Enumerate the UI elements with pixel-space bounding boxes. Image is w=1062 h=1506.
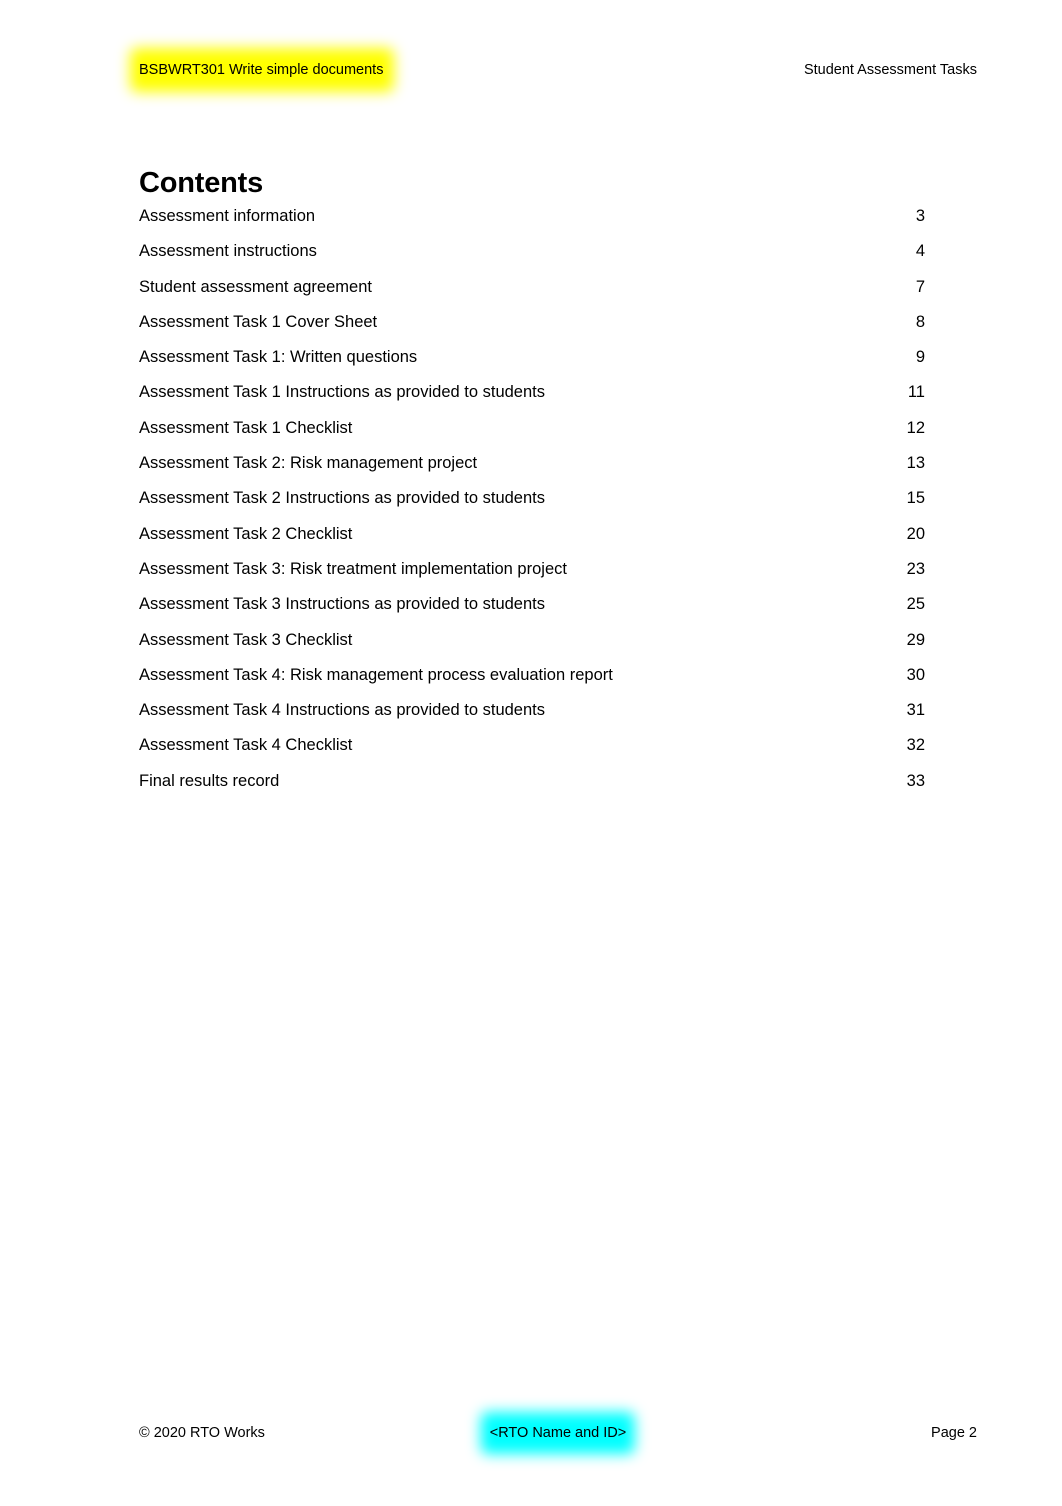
document-type-label: Student Assessment Tasks: [803, 62, 977, 78]
toc-entry[interactable]: Student assessment agreement 7: [139, 275, 925, 310]
toc-entry[interactable]: Assessment Task 4 Checklist 32: [139, 733, 925, 768]
toc-entry-page-number: 13: [906, 454, 925, 473]
toc-entry-title: Assessment Task 3: Risk treatment implem…: [139, 559, 567, 578]
toc-entry-page-number: 33: [906, 771, 925, 790]
toc-entry-page-number: 4: [915, 242, 925, 261]
toc-entry-page-number: 31: [906, 701, 925, 720]
toc-entry[interactable]: Final results record 33: [139, 769, 925, 804]
page-title: Contents: [139, 167, 264, 200]
toc-entry-title: Assessment Task 1: Written questions: [139, 348, 418, 367]
toc-entry-page-number: 23: [906, 559, 925, 578]
toc-entry-title: Final results record: [139, 771, 280, 790]
toc-entry-page-number: 29: [906, 630, 925, 649]
toc-entry-title: Assessment Task 1 Instructions as provid…: [139, 383, 545, 402]
toc-entry[interactable]: Assessment information 3: [139, 204, 925, 239]
toc-entry-page-number: 12: [906, 418, 925, 437]
page-number-label: Page 2: [931, 1425, 977, 1441]
toc-entry-page-number: 20: [906, 524, 925, 543]
toc-entry[interactable]: Assessment Task 3: Risk treatment implem…: [139, 557, 925, 592]
toc-entry[interactable]: Assessment Task 4: Risk management proce…: [139, 663, 925, 698]
toc-entry-page-number: 11: [907, 383, 925, 402]
copyright-label: © 2020 RTO Works: [139, 1425, 265, 1441]
toc-entry[interactable]: Assessment Task 1 Instructions as provid…: [139, 380, 925, 415]
toc-entry-title: Assessment Task 3 Instructions as provid…: [139, 595, 545, 614]
toc-entry-page-number: 25: [906, 595, 925, 614]
toc-entry[interactable]: Assessment Task 2: Risk management proje…: [139, 451, 925, 486]
toc-entry-page-number: 7: [915, 277, 925, 296]
toc-entry-page-number: 30: [906, 665, 925, 684]
toc-entry[interactable]: Assessment Task 1: Written questions 9: [139, 345, 925, 380]
toc-entry[interactable]: Assessment Task 2 Instructions as provid…: [139, 486, 925, 521]
toc-entry[interactable]: Assessment Task 3 Instructions as provid…: [139, 592, 925, 627]
toc-entry-title: Assessment Task 2: Risk management proje…: [139, 454, 478, 473]
toc-entry-page-number: 15: [906, 489, 925, 508]
toc-entry-title: Assessment Task 1 Cover Sheet: [139, 312, 378, 331]
toc-entry-title: Assessment Task 1 Checklist: [139, 418, 353, 437]
toc-entry-title: Student assessment agreement: [139, 277, 372, 296]
toc-entry-page-number: 8: [915, 312, 925, 331]
toc-entry[interactable]: Assessment Task 2 Checklist 20: [139, 522, 925, 557]
toc-entry[interactable]: Assessment instructions 4: [139, 239, 925, 274]
toc-entry[interactable]: Assessment Task 3 Checklist 29: [139, 628, 925, 663]
rto-name-placeholder-label: <RTO Name and ID>: [489, 1425, 627, 1441]
toc-entry[interactable]: Assessment Task 4 Instructions as provid…: [139, 698, 925, 733]
rto-name-placeholder-highlighted: <RTO Name and ID>: [490, 1422, 626, 1444]
unit-code-label: BSBWRT301 Write simple documents: [139, 62, 384, 78]
toc-entry-page-number: 3: [915, 207, 925, 225]
toc-entry-page-number: 9: [915, 348, 925, 367]
toc-entry-title: Assessment Task 4 Checklist: [139, 736, 353, 755]
document-header: BSBWRT301 Write simple documents Student…: [139, 58, 977, 82]
toc-entry-title: Assessment Task 3 Checklist: [139, 630, 353, 649]
toc-entry-title: Assessment information: [139, 207, 316, 225]
toc-entry[interactable]: Assessment Task 1 Checklist 12: [139, 416, 925, 451]
toc-entry-title: Assessment Task 4 Instructions as provid…: [139, 701, 545, 720]
table-of-contents: Assessment information 3 Assessment inst…: [139, 204, 925, 804]
toc-entry-title: Assessment Task 4: Risk management proce…: [139, 665, 613, 684]
document-footer: © 2020 RTO Works <RTO Name and ID> Page …: [139, 1422, 977, 1444]
toc-entry-page-number: 32: [906, 736, 925, 755]
toc-entry-title: Assessment instructions: [139, 242, 317, 261]
toc-entry-title: Assessment Task 2 Instructions as provid…: [139, 489, 545, 508]
toc-entry-title: Assessment Task 2 Checklist: [139, 524, 353, 543]
toc-entry[interactable]: Assessment Task 1 Cover Sheet 8: [139, 310, 925, 345]
document-page: BSBWRT301 Write simple documents Student…: [0, 0, 1062, 1506]
unit-code-highlighted-text: BSBWRT301 Write simple documents: [139, 59, 383, 81]
